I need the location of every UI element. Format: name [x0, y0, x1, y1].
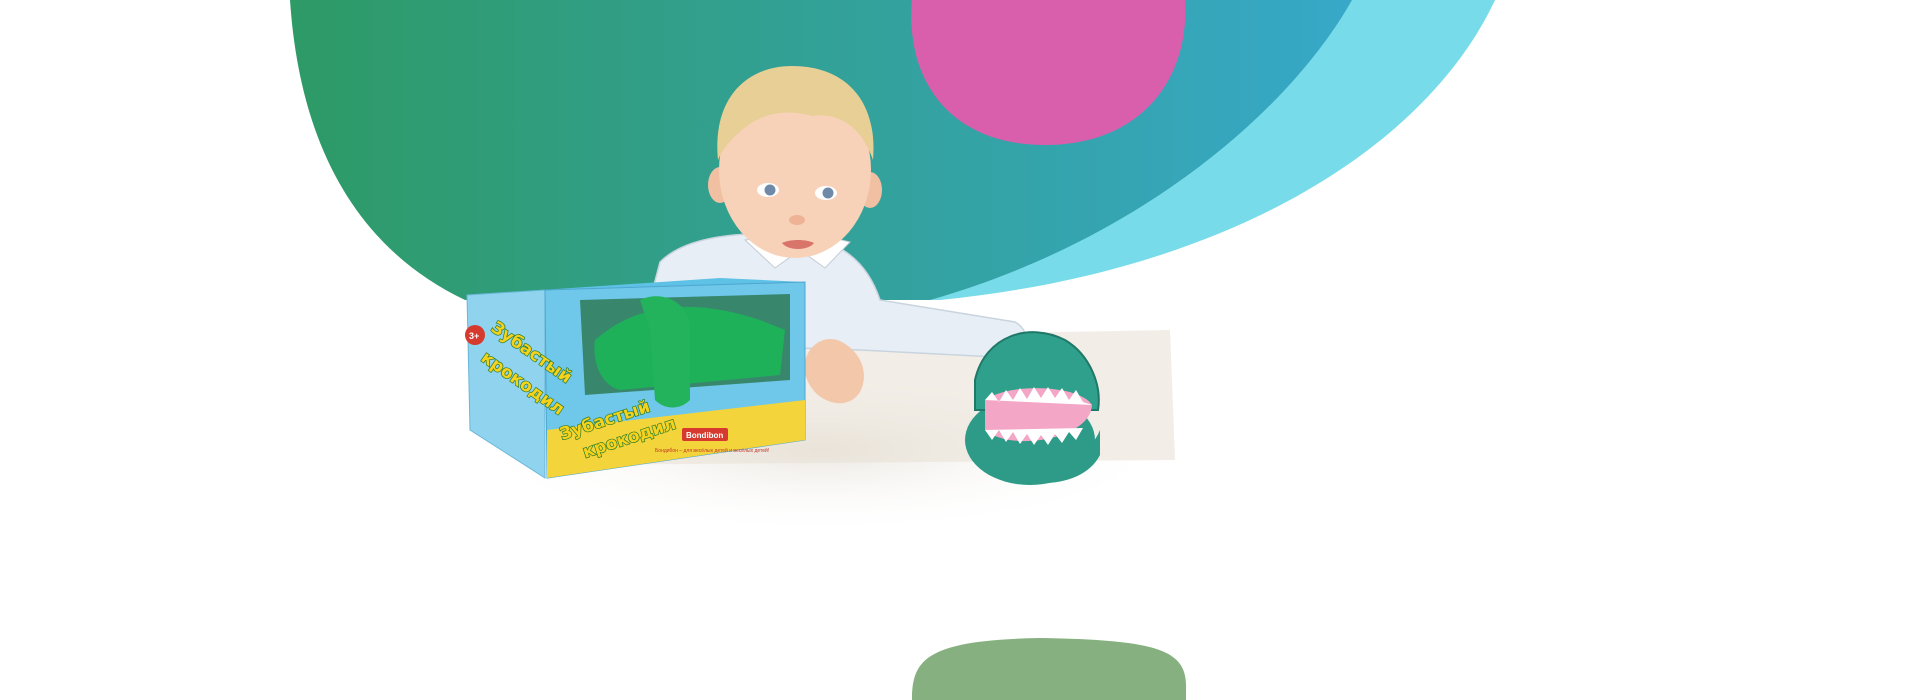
- child-iris-left: [764, 184, 776, 196]
- child-nose: [789, 215, 805, 225]
- product-box: Зубастый крокодил Зубастый крокодил Bond…: [465, 278, 806, 479]
- box-tagline: Бондибон – для весёлых детей и весёлых д…: [655, 447, 769, 454]
- hero-illustration: Зубастый крокодил Зубастый крокодил Bond…: [465, 66, 1175, 485]
- crocodile-toy: [965, 331, 1100, 485]
- hero-photo: Зубастый крокодил Зубастый крокодил Bond…: [0, 0, 1920, 700]
- box-brand: Bondibon: [686, 431, 723, 440]
- child-iris-right: [822, 187, 834, 199]
- box-age: 3+: [469, 331, 479, 341]
